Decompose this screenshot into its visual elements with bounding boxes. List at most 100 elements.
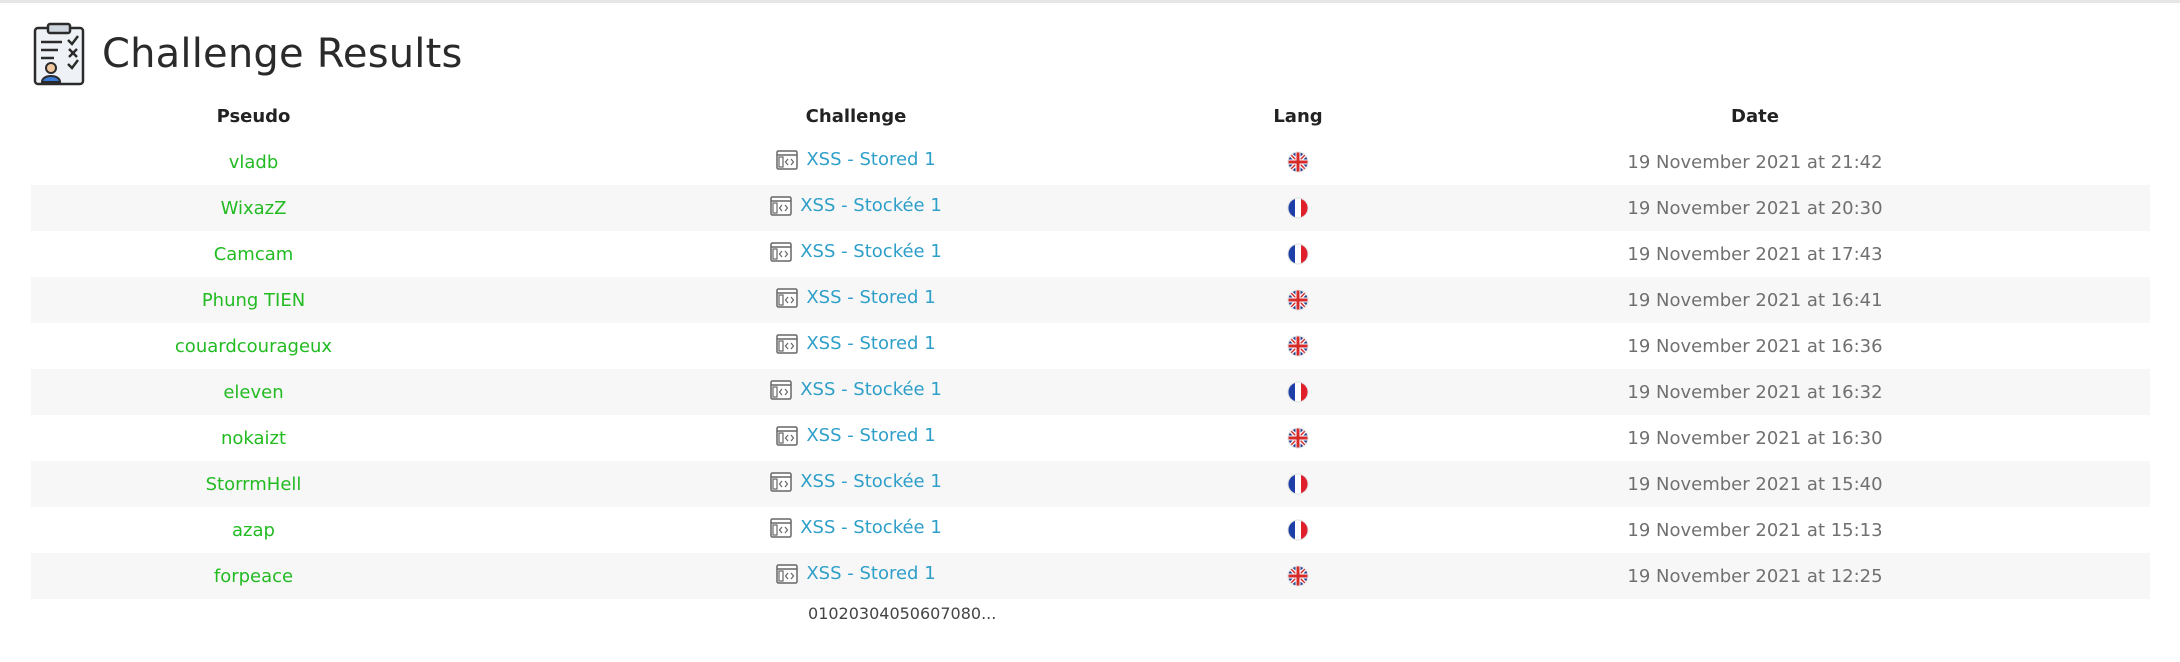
cell-date: 19 November 2021 at 16:30	[1360, 415, 2150, 461]
pagination: 0 10 20 30 40 50 60 70 80...	[808, 604, 996, 623]
challenge-link[interactable]: XSS - Stockée 1	[770, 379, 942, 400]
challenge-label: XSS - Stockée 1	[800, 471, 942, 493]
pseudo-link[interactable]: WixazZ	[221, 198, 287, 219]
challenge-link[interactable]: XSS - Stored 1	[776, 287, 936, 309]
result-date: 19 November 2021 at 15:13	[1627, 519, 1883, 541]
pagination-page[interactable]: 80	[961, 604, 981, 623]
france-flag-icon	[1287, 197, 1309, 219]
result-date: 19 November 2021 at 15:40	[1627, 473, 1883, 495]
header-pseudo: Pseudo	[216, 105, 291, 127]
page-title: Challenge Results	[102, 31, 463, 77]
table-row: WixazZ XSS - Stockée 1 19 November 2021 at…	[31, 185, 2150, 231]
web-client-icon	[776, 334, 799, 354]
pseudo-link[interactable]: forpeace	[214, 566, 293, 587]
cell-date: 19 November 2021 at 17:43	[1360, 231, 2150, 277]
cell-pseudo: WixazZ	[31, 185, 476, 231]
table-row: Phung TIEN XSS - Stored 1 19 November 2021…	[31, 277, 2150, 323]
pseudo-link[interactable]: Phung TIEN	[202, 290, 305, 311]
challenge-link[interactable]: XSS - Stored 1	[776, 149, 936, 170]
challenge-label: XSS - Stored 1	[806, 563, 936, 585]
cell-lang	[1236, 415, 1360, 461]
challenge-label: XSS - Stored 1	[806, 287, 936, 309]
cell-lang	[1236, 461, 1360, 507]
challenge-link[interactable]: XSS - Stockée 1	[770, 517, 942, 538]
cell-date: 19 November 2021 at 21:42	[1360, 139, 2150, 185]
cell-lang	[1236, 277, 1360, 323]
pseudo-link[interactable]: nokaizt	[221, 428, 286, 449]
uk-flag-icon	[1287, 151, 1309, 173]
cell-lang	[1236, 231, 1360, 277]
challenge-link[interactable]: XSS - Stored 1	[776, 563, 936, 585]
france-flag-icon	[1287, 381, 1309, 403]
result-date: 19 November 2021 at 12:25	[1627, 565, 1883, 587]
cell-date: 19 November 2021 at 20:30	[1360, 185, 2150, 231]
table-header-row: Pseudo Challenge Lang Date	[31, 93, 2150, 139]
web-client-icon	[776, 288, 799, 308]
cell-pseudo: nokaizt	[31, 415, 476, 461]
pagination-page[interactable]: 60	[920, 604, 940, 623]
pseudo-link[interactable]: couardcourageux	[175, 336, 332, 357]
result-date: 19 November 2021 at 16:36	[1627, 335, 1883, 357]
cell-lang	[1236, 507, 1360, 553]
challenge-label: XSS - Stored 1	[806, 333, 936, 355]
france-flag-icon	[1287, 243, 1309, 265]
pagination-page[interactable]: 70	[940, 604, 960, 623]
challenge-label: XSS - Stockée 1	[800, 241, 942, 263]
page-header: Challenge Results	[32, 22, 463, 86]
pagination-page[interactable]: 0	[808, 604, 818, 623]
table-row: Camcam XSS - Stockée 1 19 November 2021 at…	[31, 231, 2150, 277]
header-date: Date	[1731, 105, 1779, 127]
pagination-page[interactable]: 10	[818, 604, 838, 623]
result-date: 19 November 2021 at 16:32	[1627, 381, 1883, 403]
clipboard-results-icon	[33, 22, 85, 86]
cell-challenge: XSS - Stored 1	[476, 277, 1236, 323]
pseudo-link[interactable]: StorrmHell	[206, 474, 302, 495]
result-date: 19 November 2021 at 20:30	[1627, 197, 1883, 219]
cell-challenge: XSS - Stored 1	[476, 139, 1236, 185]
web-client-icon	[776, 426, 799, 446]
web-client-icon	[770, 380, 792, 400]
table-row: azap XSS - Stockée 1 19 November 2021 at 1…	[31, 507, 2150, 553]
challenge-link[interactable]: XSS - Stockée 1	[770, 241, 942, 262]
pseudo-link[interactable]: azap	[232, 520, 275, 541]
uk-flag-icon	[1287, 427, 1309, 449]
challenge-link[interactable]: XSS - Stored 1	[776, 333, 936, 355]
pseudo-link[interactable]: vladb	[229, 152, 279, 173]
cell-lang	[1236, 553, 1360, 599]
cell-pseudo: vladb	[31, 139, 476, 185]
challenge-link[interactable]: XSS - Stockée 1	[770, 471, 942, 492]
cell-pseudo: azap	[31, 507, 476, 553]
cell-pseudo: Phung TIEN	[31, 277, 476, 323]
cell-challenge: XSS - Stored 1	[476, 415, 1236, 461]
pagination-more[interactable]: ...	[981, 604, 996, 623]
header-lang: Lang	[1273, 105, 1323, 127]
cell-lang	[1236, 369, 1360, 415]
result-date: 19 November 2021 at 21:42	[1627, 151, 1883, 173]
cell-pseudo: StorrmHell	[31, 461, 476, 507]
uk-flag-icon	[1287, 289, 1309, 311]
cell-pseudo: forpeace	[31, 553, 476, 599]
cell-challenge: XSS - Stockée 1	[476, 185, 1236, 231]
challenge-label: XSS - Stockée 1	[800, 379, 942, 401]
table-row: couardcourageux XSS - Stored 1 19 November…	[31, 323, 2150, 369]
cell-lang	[1236, 323, 1360, 369]
results-table: Pseudo Challenge Lang Date vladb XSS - St…	[31, 93, 2150, 599]
challenge-label: XSS - Stored 1	[806, 425, 936, 447]
pagination-page[interactable]: 40	[879, 604, 899, 623]
challenge-link[interactable]: XSS - Stockée 1	[770, 195, 942, 216]
result-date: 19 November 2021 at 16:41	[1627, 289, 1883, 311]
pagination-page[interactable]: 50	[900, 604, 920, 623]
web-client-icon	[776, 564, 799, 584]
table-row: nokaizt XSS - Stored 1 19 November 2021 at…	[31, 415, 2150, 461]
cell-challenge: XSS - Stockée 1	[476, 461, 1236, 507]
pagination-page[interactable]: 20	[839, 604, 859, 623]
top-border	[0, 0, 2180, 3]
pagination-page[interactable]: 30	[859, 604, 879, 623]
cell-challenge: XSS - Stockée 1	[476, 369, 1236, 415]
pseudo-link[interactable]: eleven	[223, 382, 283, 403]
cell-date: 19 November 2021 at 15:13	[1360, 507, 2150, 553]
challenge-label: XSS - Stockée 1	[800, 517, 942, 539]
cell-lang	[1236, 139, 1360, 185]
challenge-link[interactable]: XSS - Stored 1	[776, 425, 936, 447]
pseudo-link[interactable]: Camcam	[214, 244, 294, 265]
